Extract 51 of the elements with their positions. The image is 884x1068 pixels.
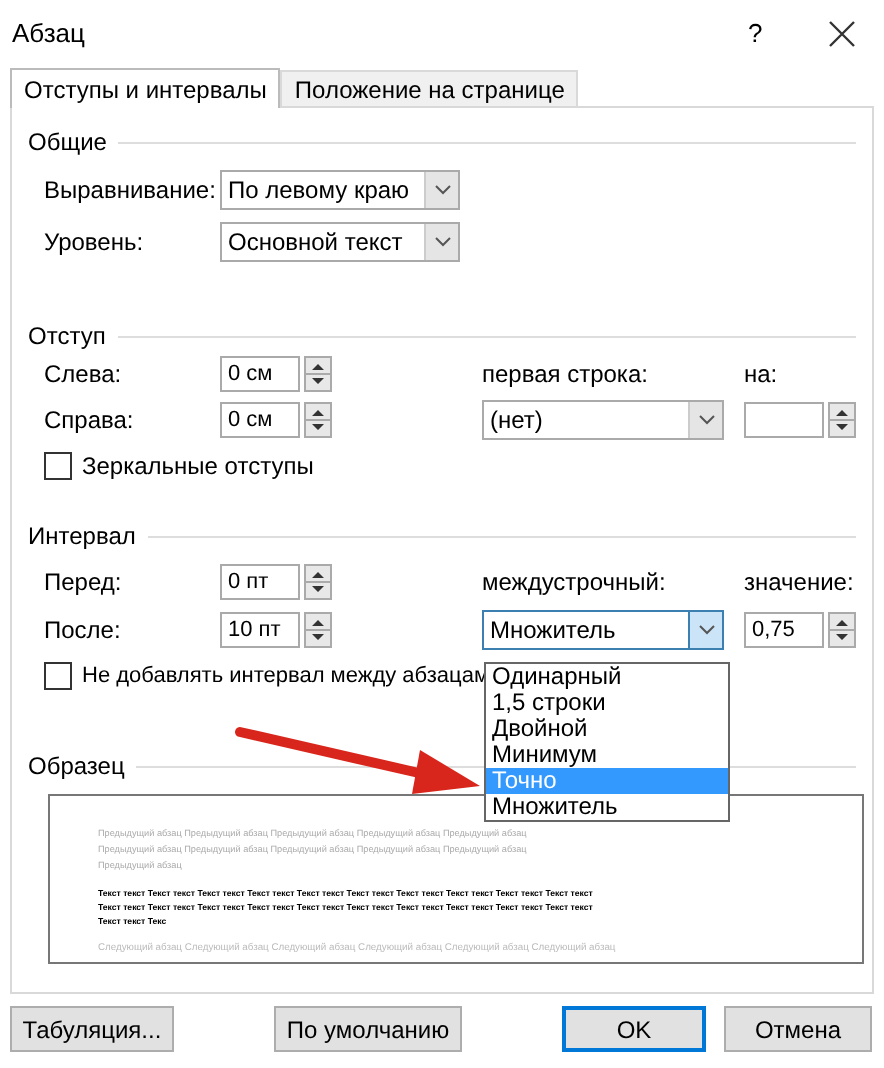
checkbox[interactable] bbox=[44, 452, 72, 480]
dialog-button[interactable]: Табуляция... bbox=[10, 1006, 174, 1052]
chevron-down-icon bbox=[433, 236, 451, 248]
spin-field[interactable]: 0 см bbox=[220, 356, 300, 392]
field-label: Справа: bbox=[44, 406, 136, 434]
spin-field[interactable] bbox=[744, 402, 824, 438]
dropdown-option[interactable]: Двойной bbox=[486, 716, 728, 742]
spin-field[interactable]: 0,75 bbox=[744, 612, 824, 648]
section-title: Отступ bbox=[28, 322, 106, 350]
section-title: Образец bbox=[28, 752, 125, 780]
spin-arrows-icon[interactable] bbox=[304, 402, 332, 438]
dropdown[interactable]: Множитель bbox=[482, 610, 724, 650]
dropdown[interactable]: Основной текст bbox=[220, 222, 460, 262]
field-label: значение: bbox=[744, 568, 854, 596]
tab[interactable]: Положение на странице bbox=[280, 70, 579, 106]
dialog-button[interactable]: Отмена bbox=[724, 1006, 872, 1052]
spin-arrows-icon[interactable] bbox=[828, 612, 856, 648]
chevron-down-icon bbox=[697, 624, 715, 636]
field-label: первая строка: bbox=[482, 360, 648, 388]
dropdown-option[interactable]: Минимум bbox=[486, 742, 728, 768]
spin-field[interactable]: 0 см bbox=[220, 402, 300, 438]
spin-arrows-icon[interactable] bbox=[304, 612, 332, 648]
section-title: Интервал bbox=[28, 522, 136, 550]
field-label: Слева: bbox=[44, 360, 124, 388]
checkbox[interactable] bbox=[44, 662, 72, 690]
dropdown-option[interactable]: Одинарный bbox=[486, 664, 728, 690]
window-title: Абзац bbox=[12, 18, 87, 48]
chevron-down-icon bbox=[697, 414, 715, 426]
checkbox-label: Зеркальные отступы bbox=[82, 452, 314, 480]
help-button[interactable]: ? bbox=[748, 18, 776, 48]
close-icon[interactable] bbox=[828, 19, 856, 47]
spin-arrows-icon[interactable] bbox=[828, 402, 856, 438]
field-label: Уровень: bbox=[44, 228, 146, 256]
field-label: Перед: bbox=[44, 568, 124, 596]
field-label: на: bbox=[744, 360, 778, 388]
chevron-down-icon bbox=[433, 184, 451, 196]
tab[interactable]: Отступы и интервалы bbox=[10, 68, 281, 108]
field-label: Выравнивание: bbox=[44, 176, 218, 204]
spin-arrows-icon[interactable] bbox=[304, 564, 332, 600]
section-title: Общие bbox=[28, 128, 107, 156]
spin-field[interactable]: 10 пт bbox=[220, 612, 300, 648]
spin-arrows-icon[interactable] bbox=[304, 356, 332, 392]
dialog-button[interactable]: OK bbox=[562, 1006, 706, 1052]
dialog-button[interactable]: По умолчанию bbox=[274, 1006, 462, 1052]
dropdown-option[interactable]: Множитель bbox=[486, 794, 728, 820]
dropdown-option[interactable]: 1,5 строки bbox=[486, 690, 728, 716]
dropdown[interactable]: (нет) bbox=[482, 400, 724, 440]
field-label: После: bbox=[44, 616, 123, 644]
spin-field[interactable]: 0 пт bbox=[220, 564, 300, 600]
dropdown[interactable]: По левому краю bbox=[220, 170, 460, 210]
field-label: междустрочный: bbox=[482, 568, 666, 596]
